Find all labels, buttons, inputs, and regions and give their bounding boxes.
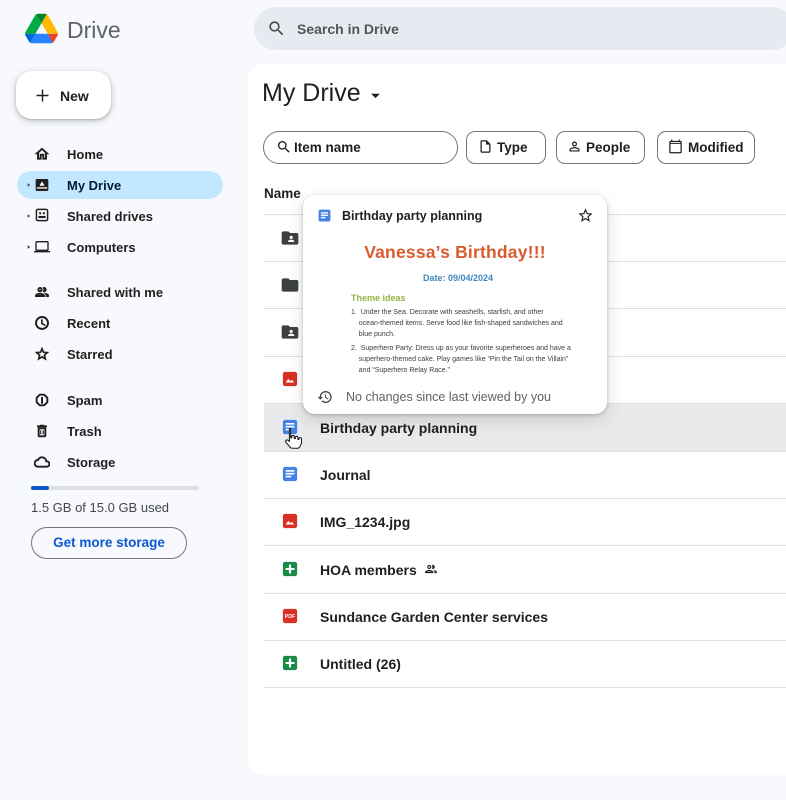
svg-text:PDF: PDF <box>285 614 296 620</box>
